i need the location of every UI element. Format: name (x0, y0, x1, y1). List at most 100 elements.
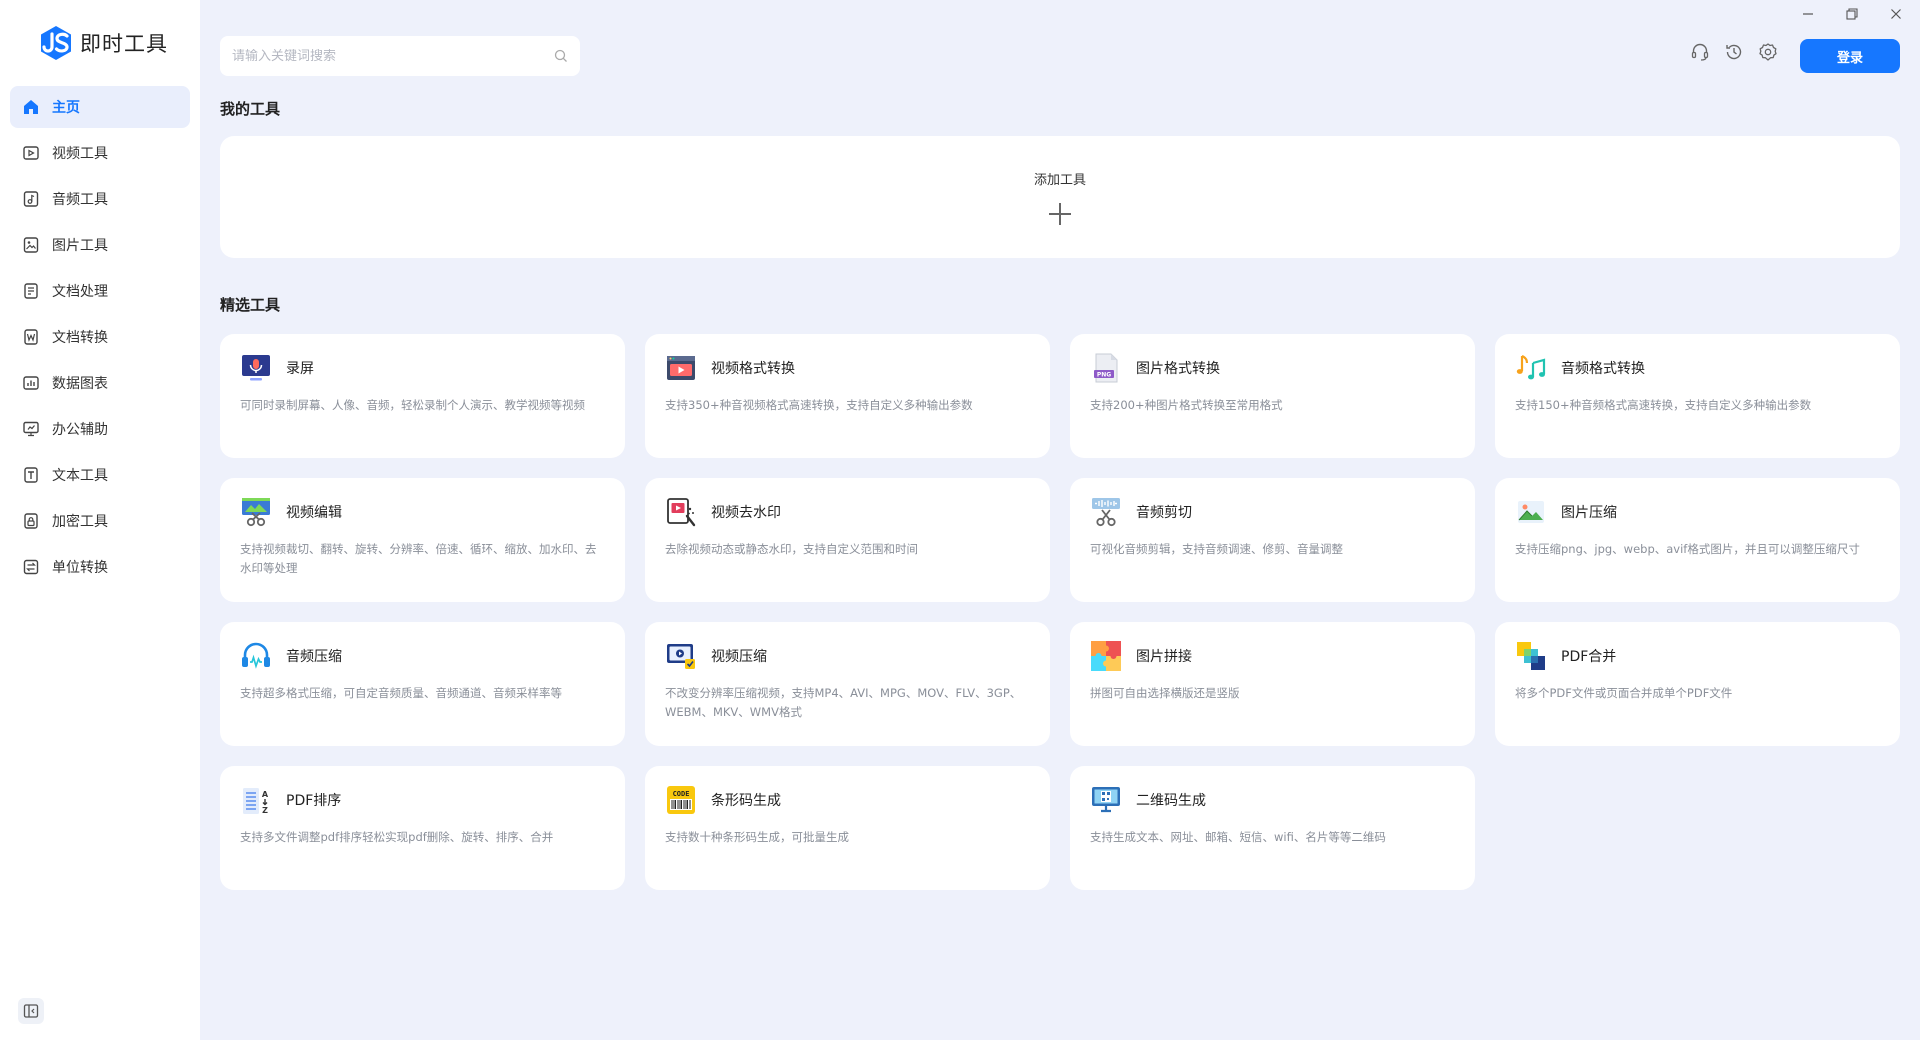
window-controls (1800, 6, 1904, 22)
tool-description: 支持数十种条形码生成，可批量生成 (665, 830, 849, 844)
home-icon (22, 98, 40, 116)
logo-icon (41, 26, 71, 60)
png-file-icon: PNG (1094, 353, 1118, 383)
headphones-icon (242, 642, 270, 669)
tool-name: PDF排序 (286, 793, 342, 809)
image-icon (22, 236, 40, 254)
tool-name: 二维码生成 (1136, 793, 1206, 809)
sidebar-item-label: 音频工具 (52, 192, 108, 208)
tool-card-barcode-generate[interactable]: CODE 条形码生成 支持数十种条形码生成，可批量生成 (645, 766, 1050, 890)
app-logo: 即时工具 (38, 24, 168, 62)
restore-button[interactable] (1844, 6, 1860, 22)
sidebar-item-label: 图片工具 (52, 238, 108, 254)
tool-card-audio-format-convert[interactable]: 音频格式转换 支持150+种音频格式高速转换，支持自定义多种输出参数 (1495, 334, 1900, 458)
convert-icon (22, 558, 40, 576)
text-icon (22, 466, 40, 484)
video-icon (22, 144, 40, 162)
tool-description: 支持多文件调整pdf排序轻松实现pdf删除、旋转、排序、合并 (240, 830, 554, 844)
music-notes-icon (1516, 354, 1546, 380)
gear-icon (1759, 43, 1777, 61)
sidebar-item-label: 主页 (52, 100, 80, 116)
tool-description: 可同时录制屏幕、人像、音频，轻松录制个人演示、教学视频等视频 (240, 398, 585, 412)
tool-description: 支持压缩png、jpg、webp、avif格式图片，并且可以调整压缩尺寸 (1515, 542, 1860, 556)
tool-card-image-compress[interactable]: 图片压缩 支持压缩png、jpg、webp、avif格式图片，并且可以调整压缩尺… (1495, 478, 1900, 602)
tool-description: 支持350+种音视频格式高速转换，支持自定义多种输出参数 (665, 398, 973, 412)
video-edit-icon (242, 498, 270, 527)
audio-cut-icon (1092, 498, 1120, 527)
tool-card-image-format-convert[interactable]: PNG 图片格式转换 支持200+种图片格式转换至常用格式 (1070, 334, 1475, 458)
history-icon (1726, 44, 1742, 60)
sidebar-item-label: 视频工具 (52, 146, 108, 162)
tool-description: 可视化音频剪辑，支持音频调速、修剪、音量调整 (1090, 542, 1343, 556)
monitor-icon (22, 420, 40, 438)
tool-name: 音频压缩 (286, 649, 342, 665)
featured-tools-title: 精选工具 (220, 296, 281, 314)
sidebar-item-document-processing[interactable]: 文档处理 (10, 270, 190, 312)
tool-description: 拼图可自由选择横版还是竖版 (1090, 686, 1240, 700)
tool-name: 录屏 (286, 361, 314, 377)
sidebar-item-label: 文档处理 (52, 284, 108, 300)
tool-name: 视频压缩 (711, 649, 767, 665)
featured-tools-grid: 录屏 可同时录制屏幕、人像、音频，轻松录制个人演示、教学视频等视频 视频格式转换… (220, 334, 1900, 890)
support-button[interactable] (1690, 42, 1710, 62)
tool-name: 图片压缩 (1561, 505, 1617, 521)
sidebar-item-audio-tools[interactable]: 音频工具 (10, 178, 190, 220)
sidebar-item-home[interactable]: 主页 (10, 86, 190, 128)
headset-icon (1691, 43, 1709, 61)
sidebar-item-label: 数据图表 (52, 376, 108, 392)
puzzle-icon (1091, 641, 1121, 671)
history-button[interactable] (1724, 42, 1744, 62)
search-icon[interactable] (554, 49, 568, 63)
close-button[interactable] (1888, 6, 1904, 22)
tool-card-audio-compress[interactable]: 音频压缩 支持超多格式压缩，可自定音频质量、音频通道、音频采样率等 (220, 622, 625, 746)
sidebar-item-image-tools[interactable]: 图片工具 (10, 224, 190, 266)
svg-text:A: A (262, 790, 269, 799)
sidebar-item-label: 文档转换 (52, 330, 108, 346)
search-box (220, 36, 580, 76)
tool-card-qrcode-generate[interactable]: 二维码生成 支持生成文本、网址、邮箱、短信、wifi、名片等等二维码 (1070, 766, 1475, 890)
sidebar-item-encryption-tools[interactable]: 加密工具 (10, 500, 190, 542)
sidebar-item-label: 办公辅助 (52, 422, 108, 438)
video-convert-icon (667, 356, 695, 380)
collapse-sidebar-icon (23, 1004, 39, 1018)
pdf-sort-icon: A Z (243, 788, 269, 815)
tool-card-pdf-sort[interactable]: A Z PDF排序 支持多文件调整pdf排序轻松实现pdf删除、旋转、排序、合并 (220, 766, 625, 890)
pdf-merge-icon (1517, 642, 1545, 670)
tool-card-screen-record[interactable]: 录屏 可同时录制屏幕、人像、音频，轻松录制个人演示、教学视频等视频 (220, 334, 625, 458)
search-input[interactable] (232, 48, 554, 64)
add-tool-card[interactable]: 添加工具 (220, 136, 1900, 258)
tool-description: 支持200+种图片格式转换至常用格式 (1090, 398, 1283, 412)
tool-card-pdf-merge[interactable]: PDF合并 将多个PDF文件或页面合并成单个PDF文件 (1495, 622, 1900, 746)
sidebar-item-document-conversion[interactable]: 文档转换 (10, 316, 190, 358)
login-button[interactable]: 登录 (1800, 39, 1900, 73)
video-compress-icon (667, 644, 695, 669)
sidebar: 即时工具 主页 视频工具 音频工具 图片工具 文档处理 文档转换 数据图表 办公… (0, 0, 200, 1040)
tool-card-video-format-convert[interactable]: 视频格式转换 支持350+种音视频格式高速转换，支持自定义多种输出参数 (645, 334, 1050, 458)
tool-description: 去除视频动态或静态水印，支持自定义范围和时间 (665, 542, 918, 556)
barcode-icon: CODE (667, 786, 695, 814)
tool-card-video-compress[interactable]: 视频压缩 不改变分辨率压缩视频，支持MP4、AVI、MPG、MOV、FLV、3G… (645, 622, 1050, 746)
sidebar-item-video-tools[interactable]: 视频工具 (10, 132, 190, 174)
tool-card-image-stitch[interactable]: 图片拼接 拼图可自由选择横版还是竖版 (1070, 622, 1475, 746)
screen-record-icon (242, 355, 270, 381)
sidebar-item-text-tools[interactable]: 文本工具 (10, 454, 190, 496)
my-tools-title: 我的工具 (220, 100, 281, 118)
tool-name: 视频格式转换 (711, 361, 795, 377)
sidebar-collapse-button[interactable] (18, 998, 44, 1024)
sidebar-item-data-charts[interactable]: 数据图表 (10, 362, 190, 404)
tool-description: 将多个PDF文件或页面合并成单个PDF文件 (1515, 686, 1733, 700)
tool-name: 条形码生成 (711, 793, 781, 809)
tool-description: 不改变分辨率压缩视频，支持MP4、AVI、MPG、MOV、FLV、3GP、WEB… (665, 686, 1022, 719)
tool-card-audio-cut[interactable]: 音频剪切 可视化音频剪辑，支持音频调速、修剪、音量调整 (1070, 478, 1475, 602)
tool-description: 支持生成文本、网址、邮箱、短信、wifi、名片等等二维码 (1090, 830, 1386, 844)
minimize-button[interactable] (1800, 6, 1816, 22)
sidebar-item-unit-conversion[interactable]: 单位转换 (10, 546, 190, 588)
audio-icon (22, 190, 40, 208)
sidebar-item-office-assist[interactable]: 办公辅助 (10, 408, 190, 450)
header-actions (1690, 42, 1778, 62)
tool-card-video-edit[interactable]: 视频编辑 支持视频裁切、翻转、旋转、分辨率、倍速、循环、缩放、加水印、去水印等处… (220, 478, 625, 602)
tool-card-video-watermark-remove[interactable]: 视频去水印 去除视频动态或静态水印，支持自定义范围和时间 (645, 478, 1050, 602)
tool-description: 支持150+种音频格式高速转换，支持自定义多种输出参数 (1515, 398, 1812, 412)
svg-text:PNG: PNG (1097, 371, 1111, 378)
settings-button[interactable] (1758, 42, 1778, 62)
